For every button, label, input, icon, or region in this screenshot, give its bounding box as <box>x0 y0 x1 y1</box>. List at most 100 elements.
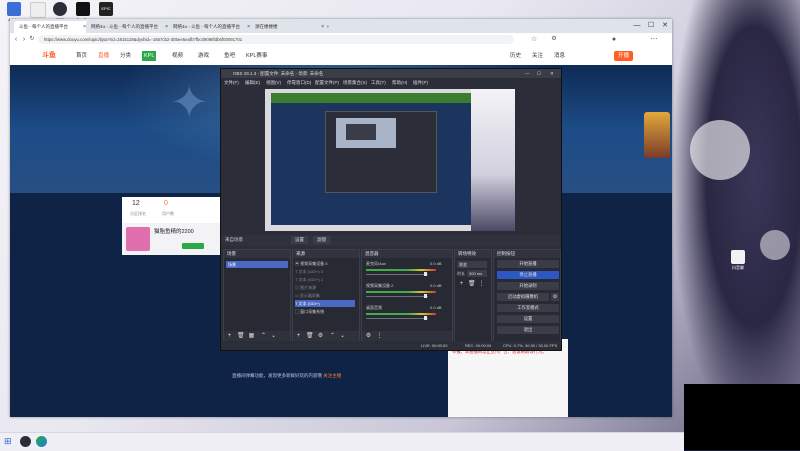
transition-select[interactable]: 渐变 <box>457 261 487 268</box>
source-item[interactable]: ▢ 窗口采集系统 <box>295 308 324 315</box>
maximize-button[interactable]: ☐ <box>644 19 658 33</box>
properties-icon[interactable]: ▦ <box>248 333 255 340</box>
nav-category[interactable]: 分类 <box>120 51 131 61</box>
add-scene-button[interactable]: + <box>226 333 233 340</box>
source-item[interactable]: T 文本 (GDI+) 2 <box>295 276 323 283</box>
volume-slider[interactable] <box>366 318 428 319</box>
add-source-button[interactable]: + <box>295 333 302 340</box>
menu-edit[interactable]: 编辑(E) <box>245 78 260 87</box>
star-icon[interactable]: ☆ <box>530 35 538 44</box>
nav-fishbar[interactable]: 鱼吧 <box>224 51 235 61</box>
header-start-live-button[interactable]: 开播 <box>614 51 634 61</box>
duration-field[interactable]: 300 ms <box>467 270 487 277</box>
new-tab-button[interactable]: + <box>324 21 332 33</box>
obs-window: OBS 29.1.3 - 配置文件: 未命名 - 场景: 未命名 — ☐ ✕ 文… <box>220 68 562 351</box>
volume-slider-handle[interactable] <box>424 294 427 298</box>
source-settings-button[interactable]: 设置 <box>291 236 308 244</box>
extensions-icon[interactable]: ⚙ <box>550 35 558 44</box>
menu-help[interactable]: 帮助(H) <box>392 78 407 87</box>
sources-dock: 来源 ▣ 视频采集设备 3 T 文本 (GDI+) 3 T 文本 (GDI+) … <box>292 249 360 343</box>
obs-menu-bar: 文件(F) 编辑(E) 视图(V) 停靠窗口(D) 配置文件(P) 场景集合(S… <box>221 78 561 87</box>
desktop-icon-epic[interactable]: EPIC <box>95 2 117 17</box>
volume-slider[interactable] <box>366 296 428 297</box>
start-menu-icon[interactable]: ⊞ <box>4 437 13 446</box>
source-item[interactable]: T 文本 (GDI+) 3 <box>295 268 323 275</box>
start-virtual-camera-button[interactable]: 启动虚拟摄像机 <box>497 293 549 301</box>
avatar[interactable] <box>126 227 150 251</box>
browser-tab-2[interactable]: 网络4u - 斗鱼 - 每个人的直播平台 × <box>86 21 171 33</box>
menu-profile[interactable]: 配置文件(P) <box>315 78 339 87</box>
browser-taskbar-icon[interactable] <box>36 436 47 447</box>
gear-icon[interactable]: ⚙ <box>317 333 324 340</box>
follow-button[interactable] <box>182 243 204 249</box>
minimize-button[interactable]: — <box>525 69 530 78</box>
volume-slider-handle[interactable] <box>424 316 427 320</box>
nav-live[interactable]: 直播 <box>98 51 109 61</box>
delete-icon[interactable]: 🗑 <box>237 333 245 340</box>
header-message[interactable]: 消息 <box>554 51 565 61</box>
start-streaming-button[interactable]: 开始直播 <box>497 260 559 268</box>
menu-scene-collection[interactable]: 场景集合(S) <box>343 78 367 87</box>
header-history[interactable]: 历史 <box>510 51 521 61</box>
obs-preview[interactable] <box>265 89 515 231</box>
more-icon[interactable]: ⋮ <box>376 333 383 340</box>
browser-tab-3[interactable]: 网络4u - 斗鱼 - 每个人的直播平台 × <box>168 21 253 33</box>
source-item[interactable]: ▭ 显示器采集 <box>295 292 320 299</box>
back-icon[interactable]: ‹ <box>12 35 20 44</box>
taskbar: ⊞ <box>0 432 684 451</box>
source-item[interactable]: ▣ 视频采集设备 3 <box>295 260 327 267</box>
more-icon[interactable]: ⋮ <box>478 281 485 288</box>
maximize-button[interactable]: ☐ <box>537 69 541 78</box>
profile-icon[interactable]: ● <box>610 35 618 44</box>
refresh-icon[interactable]: ↻ <box>28 35 36 44</box>
close-window-button[interactable]: ✕ <box>550 69 554 78</box>
nav-kpl[interactable]: KPL <box>142 51 157 61</box>
scene-item[interactable]: 场景 <box>226 261 288 268</box>
url-field[interactable]: https://www.douyu.com/topic/bjsa?rid=281… <box>38 35 514 44</box>
follow-link[interactable]: 关注主播 <box>323 373 341 378</box>
start-recording-button[interactable]: 开始录制 <box>497 282 559 290</box>
studio-mode-button[interactable]: 工作室模式 <box>497 304 559 312</box>
move-down-icon[interactable]: ⌄ <box>270 333 277 340</box>
volume-slider-handle[interactable] <box>424 272 427 276</box>
gear-icon[interactable]: ⚙ <box>365 333 372 340</box>
volume-slider[interactable] <box>366 274 428 275</box>
delete-icon[interactable]: 🗑 <box>306 333 314 340</box>
stop-streaming-button[interactable]: 停止直播 <box>497 271 559 279</box>
more-icon[interactable]: ⋯ <box>650 35 658 44</box>
desktop-icon-file[interactable] <box>27 2 49 19</box>
obs-taskbar-icon[interactable] <box>20 436 31 447</box>
minimize-button[interactable]: — <box>630 19 644 33</box>
exit-button[interactable]: 退出 <box>497 326 559 334</box>
desktop-icon-right[interactable]: 抖音聊 <box>726 250 750 271</box>
nav-game[interactable]: 游戏 <box>198 51 209 61</box>
move-up-icon[interactable]: ⌃ <box>260 333 267 340</box>
nav-home[interactable]: 首页 <box>76 51 87 61</box>
source-item-selected[interactable]: T 文本 (GDI+) <box>295 300 355 307</box>
browser-tab-4[interactable]: 源在楼楼楼 × <box>250 21 327 33</box>
close-window-button[interactable]: ✕ <box>658 19 672 33</box>
menu-plugins[interactable]: 插件(P) <box>413 78 428 87</box>
menu-file[interactable]: 文件(F) <box>224 78 239 87</box>
menu-docks[interactable]: 停靠窗口(D) <box>287 78 311 87</box>
nav-kpl-events[interactable]: KPL赛事 <box>246 51 267 61</box>
settings-button[interactable]: 设置 <box>497 315 559 323</box>
source-item[interactable]: ▤ 图片来源 <box>295 284 316 291</box>
delete-icon[interactable]: 🗑 <box>468 281 476 288</box>
streamer-name[interactable]: 猫胎鱼精的2200 <box>154 227 194 235</box>
browser-tab-1[interactable]: 斗鱼 - 每个人的直播平台 × <box>14 21 89 33</box>
menu-tools[interactable]: 工具(T) <box>371 78 386 87</box>
menu-view[interactable]: 视图(V) <box>266 78 281 87</box>
floating-widget[interactable] <box>644 112 670 158</box>
mixer-channel-name: 桌面音频 <box>366 305 382 310</box>
gear-icon[interactable]: ⚙ <box>551 293 559 301</box>
move-up-icon[interactable]: ⌃ <box>329 333 336 340</box>
add-transition-button[interactable]: + <box>458 281 465 288</box>
header-follow[interactable]: 关注 <box>532 51 543 61</box>
forward-icon[interactable]: › <box>20 35 28 44</box>
site-logo[interactable]: 斗鱼 <box>42 51 56 61</box>
source-filters-button[interactable]: 滤镜 <box>313 236 330 244</box>
nav-video[interactable]: 视频 <box>172 51 183 61</box>
move-down-icon[interactable]: ⌄ <box>339 333 346 340</box>
scenes-dock: 场景 场景 + 🗑 ▦ ⌃ ⌄ <box>223 249 291 343</box>
